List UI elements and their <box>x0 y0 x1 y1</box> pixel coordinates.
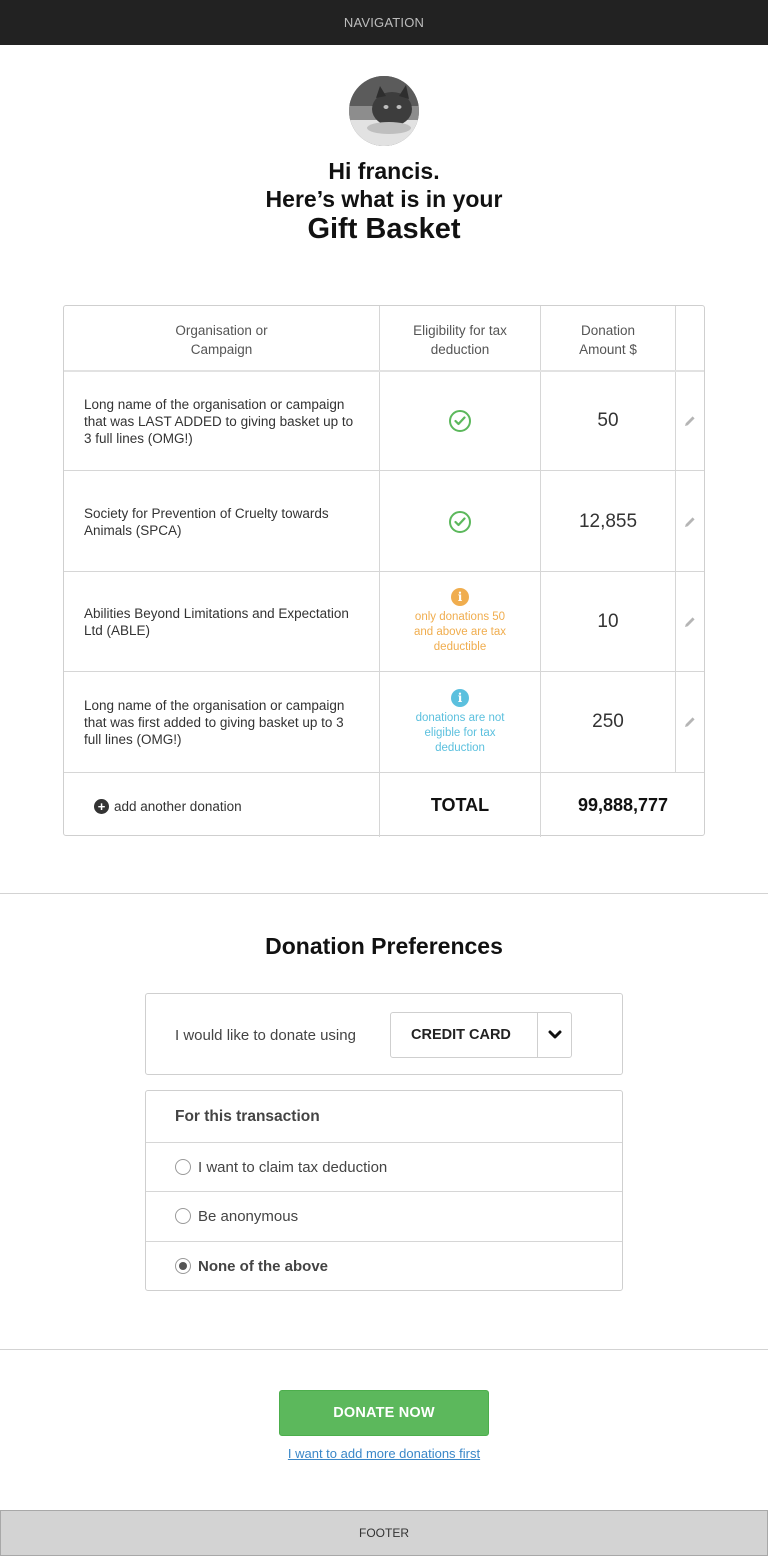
organisation-name: Long name of the organisation or campaig… <box>84 697 345 747</box>
transaction-heading: For this transaction <box>175 1107 320 1125</box>
donation-amount: 12,855 <box>578 510 638 532</box>
transaction-options-panel: For this transaction I want to claim tax… <box>145 1090 623 1291</box>
organisation-name: Abilities Beyond Limitations and Expecta… <box>84 605 349 638</box>
option-label: None of the above <box>198 1257 329 1275</box>
donation-amount: 10 <box>597 610 619 632</box>
option-none[interactable]: None of the above <box>146 1241 622 1290</box>
gift-basket-table: Organisation or Campaign Eligibility for… <box>63 305 705 837</box>
column-header-organisation: Organisation or Campaign <box>175 322 268 357</box>
add-more-donations-text[interactable]: I want to add more donations first <box>288 1446 480 1461</box>
donation-amount: 250 <box>592 711 624 732</box>
eligibility-note: donations are not eligible for tax deduc… <box>415 711 505 754</box>
donate-now-button[interactable]: DONATE NOW <box>279 1390 489 1436</box>
user-avatar <box>349 76 419 146</box>
edit-donation-button[interactable] <box>676 672 704 772</box>
total-label: TOTAL <box>430 794 490 815</box>
greeting-subtitle: Here’s what is in your <box>265 186 503 212</box>
payment-method-panel: I would like to donate using CREDIT CARD <box>145 993 623 1075</box>
footer: FOOTER <box>0 1510 768 1556</box>
payment-method-label: I would like to donate using <box>175 1026 356 1044</box>
section-divider <box>0 1349 768 1350</box>
edit-donation-button[interactable] <box>676 472 704 571</box>
radio-button[interactable] <box>175 1208 191 1224</box>
organisation-name: Society for Prevention of Cruelty toward… <box>84 505 329 538</box>
option-claim-tax[interactable]: I want to claim tax deduction <box>146 1142 622 1191</box>
organisation-name: Long name of the organisation or campaig… <box>84 396 354 446</box>
option-anonymous[interactable]: Be anonymous <box>146 1191 622 1240</box>
pencil-icon <box>685 616 695 627</box>
row-divider <box>64 470 704 471</box>
radio-button-selected[interactable] <box>175 1258 191 1274</box>
pencil-icon <box>685 516 695 527</box>
top-navigation-bar[interactable]: NAVIGATION <box>0 0 768 45</box>
eligibility-note: only donations 50 and above are tax dedu… <box>413 611 507 653</box>
edit-donation-button[interactable] <box>676 372 704 470</box>
chevron-down-icon[interactable] <box>538 1013 572 1057</box>
payment-method-select[interactable]: CREDIT CARD <box>390 1012 572 1058</box>
footer-label: FOOTER <box>359 1526 409 1540</box>
page-title: Gift Basket <box>307 213 461 245</box>
check-circle-icon <box>449 510 471 533</box>
radio-button[interactable] <box>175 1159 191 1175</box>
info-circle-icon: i <box>451 588 469 606</box>
check-circle-icon <box>449 410 471 432</box>
eligibility-cell: i donations are not eligible for tax ded… <box>380 672 540 772</box>
payment-method-value: CREDIT CARD <box>411 1027 511 1043</box>
edit-donation-button[interactable] <box>676 572 704 671</box>
plus-circle-icon: + <box>94 798 109 814</box>
pencil-icon <box>685 416 695 426</box>
eligibility-cell <box>380 472 540 571</box>
greeting-line: Hi francis. <box>328 158 440 184</box>
add-more-donations-link[interactable]: I want to add more donations first <box>0 1446 768 1461</box>
radio-dot <box>179 1262 187 1270</box>
navigation-label: NAVIGATION <box>343 15 425 30</box>
eligibility-cell <box>380 372 540 470</box>
column-header-eligibility: Eligibility for tax deduction <box>413 322 507 357</box>
total-value: 99,888,777 <box>577 794 669 815</box>
preferences-title: Donation Preferences <box>265 933 503 959</box>
info-circle-icon: i <box>451 688 469 707</box>
option-label: I want to claim tax deduction <box>198 1158 388 1176</box>
eligibility-cell: i only donations 50 and above are tax de… <box>380 572 540 671</box>
add-donation-label: add another donation <box>114 798 242 814</box>
column-header-amount: Donation Amount $ <box>579 322 637 357</box>
pencil-icon <box>685 717 695 727</box>
donation-amount: 50 <box>597 410 619 431</box>
section-divider <box>0 893 768 894</box>
add-another-donation-link[interactable]: + add another donation <box>94 786 242 826</box>
option-label: Be anonymous <box>198 1207 299 1225</box>
